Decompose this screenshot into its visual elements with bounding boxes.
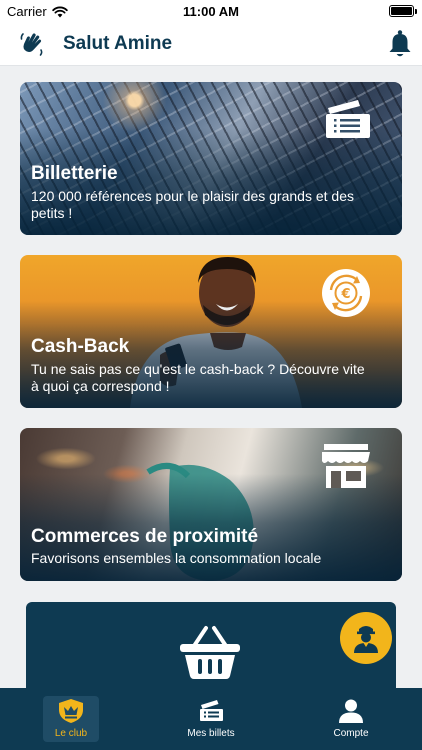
user-icon bbox=[339, 699, 363, 723]
waving-hand-icon[interactable] bbox=[18, 30, 46, 58]
card-title-billetterie: Billetterie bbox=[31, 163, 118, 184]
ticket-icon bbox=[326, 100, 370, 138]
card-desc-cashback: Tu ne sais pas ce qu'est le cash-back ? … bbox=[31, 361, 365, 394]
app-header: Salut Amine bbox=[0, 22, 422, 66]
concierge-button[interactable] bbox=[340, 612, 392, 664]
card-desc-commerces: Favorisons ensembles la consommation loc… bbox=[31, 550, 322, 566]
tab-le-club[interactable]: Le club bbox=[16, 694, 126, 744]
tab-label-compte: Compte bbox=[333, 728, 369, 739]
status-time: 11:00 AM bbox=[183, 4, 239, 19]
card-desc-billetterie: 120 000 références pour le plaisir des g… bbox=[31, 188, 354, 221]
status-bar: Carrier 11:00 AM bbox=[0, 0, 422, 22]
card-title-commerces: Commerces de proximité bbox=[31, 526, 259, 547]
tab-mes-billets[interactable]: Mes billets bbox=[156, 694, 266, 744]
tab-compte[interactable]: Compte bbox=[296, 694, 406, 744]
card-billetterie[interactable]: Billetterie 120 000 références pour le p… bbox=[20, 82, 402, 235]
bell-icon[interactable] bbox=[387, 29, 413, 59]
concierge-icon bbox=[354, 626, 378, 653]
euro-cycle-icon: € bbox=[322, 269, 370, 317]
tab-bar: Le club Mes billets Compte bbox=[0, 688, 422, 750]
card-title-cashback: Cash-Back bbox=[31, 336, 130, 357]
club-badge-icon bbox=[59, 699, 83, 723]
page-title: Salut Amine bbox=[63, 33, 173, 54]
tab-label-club: Le club bbox=[54, 728, 88, 739]
card-cashback[interactable]: € Cash-Back Tu ne sais pas ce qu'est le … bbox=[20, 255, 402, 408]
battery-icon bbox=[389, 5, 417, 17]
svg-text:€: € bbox=[340, 287, 350, 302]
storefront-icon bbox=[322, 444, 370, 488]
tab-label-billets: Mes billets bbox=[187, 728, 235, 739]
shopping-basket-icon bbox=[180, 626, 240, 679]
tickets-icon bbox=[200, 700, 223, 721]
card-commerces[interactable]: Commerces de proximité Favorisons ensemb… bbox=[20, 428, 402, 581]
